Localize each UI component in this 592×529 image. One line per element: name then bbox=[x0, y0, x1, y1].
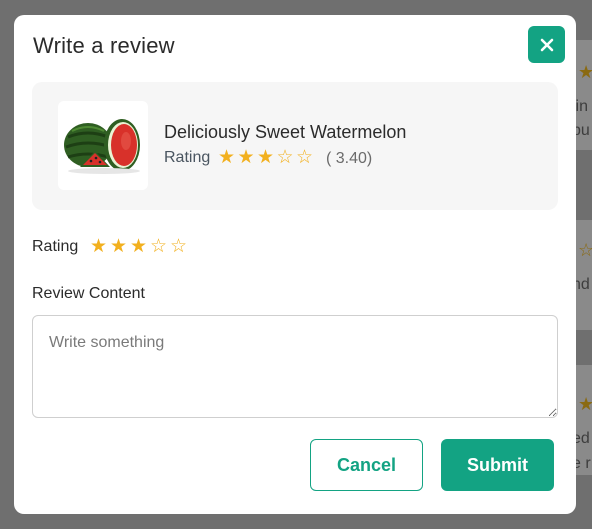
star-empty-icon: ☆ bbox=[296, 146, 314, 168]
watermelon-image bbox=[64, 119, 140, 174]
write-review-modal: Write a review Deliciously Sweet Waterme… bbox=[14, 15, 576, 514]
star-filled-icon[interactable]: ★ bbox=[130, 237, 150, 256]
modal-title: Write a review bbox=[33, 33, 175, 58]
star-empty-icon[interactable]: ☆ bbox=[150, 237, 170, 256]
product-rating-stars: ★ ★ ★ ☆ ☆ bbox=[218, 148, 316, 167]
star-filled-icon[interactable]: ★ bbox=[90, 237, 110, 256]
close-icon bbox=[540, 38, 553, 51]
background-star-icon: ☆ bbox=[578, 240, 592, 261]
star-filled-icon[interactable]: ★ bbox=[110, 237, 130, 256]
product-rating-label: Rating bbox=[164, 149, 211, 166]
background-star-icon: ★ bbox=[578, 394, 592, 415]
cancel-button[interactable]: Cancel bbox=[310, 439, 423, 491]
background-star-icon: ★ bbox=[578, 62, 592, 83]
product-rating-score: ( 3.40) bbox=[326, 150, 373, 167]
product-name: Deliciously Sweet Watermelon bbox=[164, 122, 407, 142]
rating-label: Rating bbox=[32, 238, 79, 255]
product-summary-card: Deliciously Sweet Watermelon Rating ★ ★ ★ ☆… bbox=[32, 82, 558, 210]
close-button[interactable] bbox=[528, 26, 565, 63]
star-filled-icon: ★ bbox=[237, 146, 255, 168]
star-filled-icon: ★ bbox=[218, 146, 236, 168]
product-image bbox=[58, 101, 148, 190]
submit-button[interactable]: Submit bbox=[441, 439, 554, 491]
review-content-textarea[interactable] bbox=[32, 315, 558, 418]
star-empty-icon: ☆ bbox=[276, 146, 294, 168]
star-empty-icon[interactable]: ☆ bbox=[170, 237, 190, 256]
review-content-label: Review Content bbox=[32, 285, 145, 302]
star-filled-icon: ★ bbox=[257, 146, 275, 168]
rating-star-input[interactable]: ★ ★ ★ ☆ ☆ bbox=[90, 237, 190, 256]
